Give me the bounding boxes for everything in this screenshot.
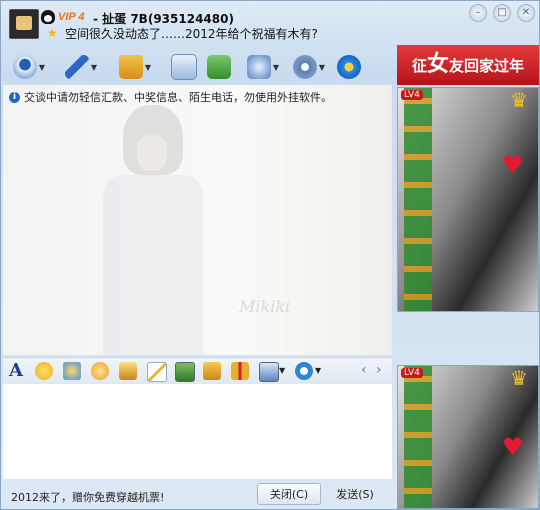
settings-button[interactable]: ▼ [293, 53, 327, 81]
email-icon [171, 54, 197, 80]
info-icon: i [9, 91, 20, 103]
image-icon[interactable] [175, 362, 195, 382]
voice-call-icon [65, 55, 89, 79]
emoticon-icon[interactable] [35, 362, 53, 380]
level-badge: LV4 [401, 90, 423, 100]
doodle-icon[interactable] [91, 362, 109, 380]
my-show-photo[interactable]: LV4 ♛ ♥ [397, 365, 539, 509]
vine-decoration [404, 88, 432, 311]
dropdown-arrow-icon[interactable]: ▼ [143, 63, 153, 72]
qzone-button[interactable] [337, 53, 361, 81]
contact-show-photo[interactable]: LV4 ♛ ♥ [397, 87, 539, 312]
chat-toolbar: ▼ ▼ ▼ ▼ ▼ [9, 53, 389, 83]
message-input[interactable] [3, 384, 392, 479]
contact-signature: 空间很久没动态了……2012年给个祝福有木有? [65, 27, 318, 41]
gift-icon[interactable] [231, 362, 249, 380]
minimize-button[interactable]: – [469, 4, 487, 22]
maximize-button[interactable]: □ [493, 4, 511, 22]
background-watermark: Mikiki [239, 297, 291, 316]
star-icon: ★ [47, 26, 58, 40]
dropdown-arrow-icon[interactable]: ▼ [279, 366, 285, 375]
settings-icon [293, 55, 317, 79]
remote-assist-icon [247, 55, 271, 79]
crown-icon: ♛ [510, 366, 528, 390]
promo-link[interactable]: 2012来了，赠你免费穿越机票! [11, 489, 164, 505]
crown-icon: ♛ [510, 88, 528, 112]
background-photo [103, 105, 213, 355]
email-button[interactable] [171, 53, 197, 81]
font-icon[interactable]: A [9, 360, 23, 381]
dropdown-arrow-icon[interactable]: ▼ [317, 63, 327, 72]
heart-icon: ♥ [502, 151, 524, 179]
ad-banner[interactable]: 征女友回家过年 [397, 45, 539, 85]
video-call-icon [13, 55, 37, 79]
vip-badge: VIP 4 [58, 11, 85, 23]
vine-decoration [404, 366, 432, 508]
dropdown-arrow-icon[interactable]: ▼ [89, 63, 99, 72]
format-toolbar: A ▼ ▼ ‹ › [3, 357, 392, 385]
theme-icon[interactable] [295, 362, 313, 380]
level-badge: LV4 [401, 368, 423, 378]
message-history[interactable]: Mikiki [3, 85, 392, 355]
dropdown-arrow-icon[interactable]: ▼ [271, 63, 281, 72]
add-app-button[interactable] [207, 53, 231, 81]
security-notice: i 交谈中请勿轻信汇款、中奖信息、陌生电话，勿使用外挂软件。 [9, 89, 332, 105]
music-icon[interactable] [203, 362, 221, 380]
send-button[interactable]: 发送(S) [327, 483, 383, 505]
bottom-bar: 2012来了，赠你免费穿越机票! 关闭(C) 发送(S) [3, 479, 392, 509]
close-chat-button[interactable]: 关闭(C) [257, 483, 321, 505]
send-file-icon [119, 55, 143, 79]
chat-window: VIP 4 - 扯蛋 7B(935124480) ★ 空间很久没动态了……201… [0, 0, 540, 510]
voice-call-button[interactable]: ▼ [65, 53, 99, 81]
qq-penguin-icon [41, 10, 55, 24]
remote-assist-button[interactable]: ▼ [247, 53, 281, 81]
note-icon[interactable] [147, 362, 167, 382]
scroll-left-button[interactable]: ‹ [361, 362, 367, 378]
heart-icon: ♥ [502, 433, 524, 461]
add-app-icon [207, 55, 231, 79]
close-window-button[interactable]: ✕ [517, 4, 535, 22]
security-notice-text: 交谈中请勿轻信汇款、中奖信息、陌生电话，勿使用外挂软件。 [24, 91, 332, 104]
magic-emoticon-icon[interactable] [63, 362, 81, 380]
dropdown-arrow-icon[interactable]: ▼ [315, 366, 321, 375]
shake-icon[interactable] [119, 362, 137, 380]
video-call-button[interactable]: ▼ [13, 53, 47, 81]
dropdown-arrow-icon[interactable]: ▼ [37, 63, 47, 72]
qzone-icon [337, 55, 361, 79]
send-file-button[interactable]: ▼ [119, 53, 153, 81]
screenshot-icon[interactable] [259, 362, 279, 382]
scroll-right-button[interactable]: › [376, 362, 382, 378]
contact-avatar[interactable] [9, 9, 39, 39]
